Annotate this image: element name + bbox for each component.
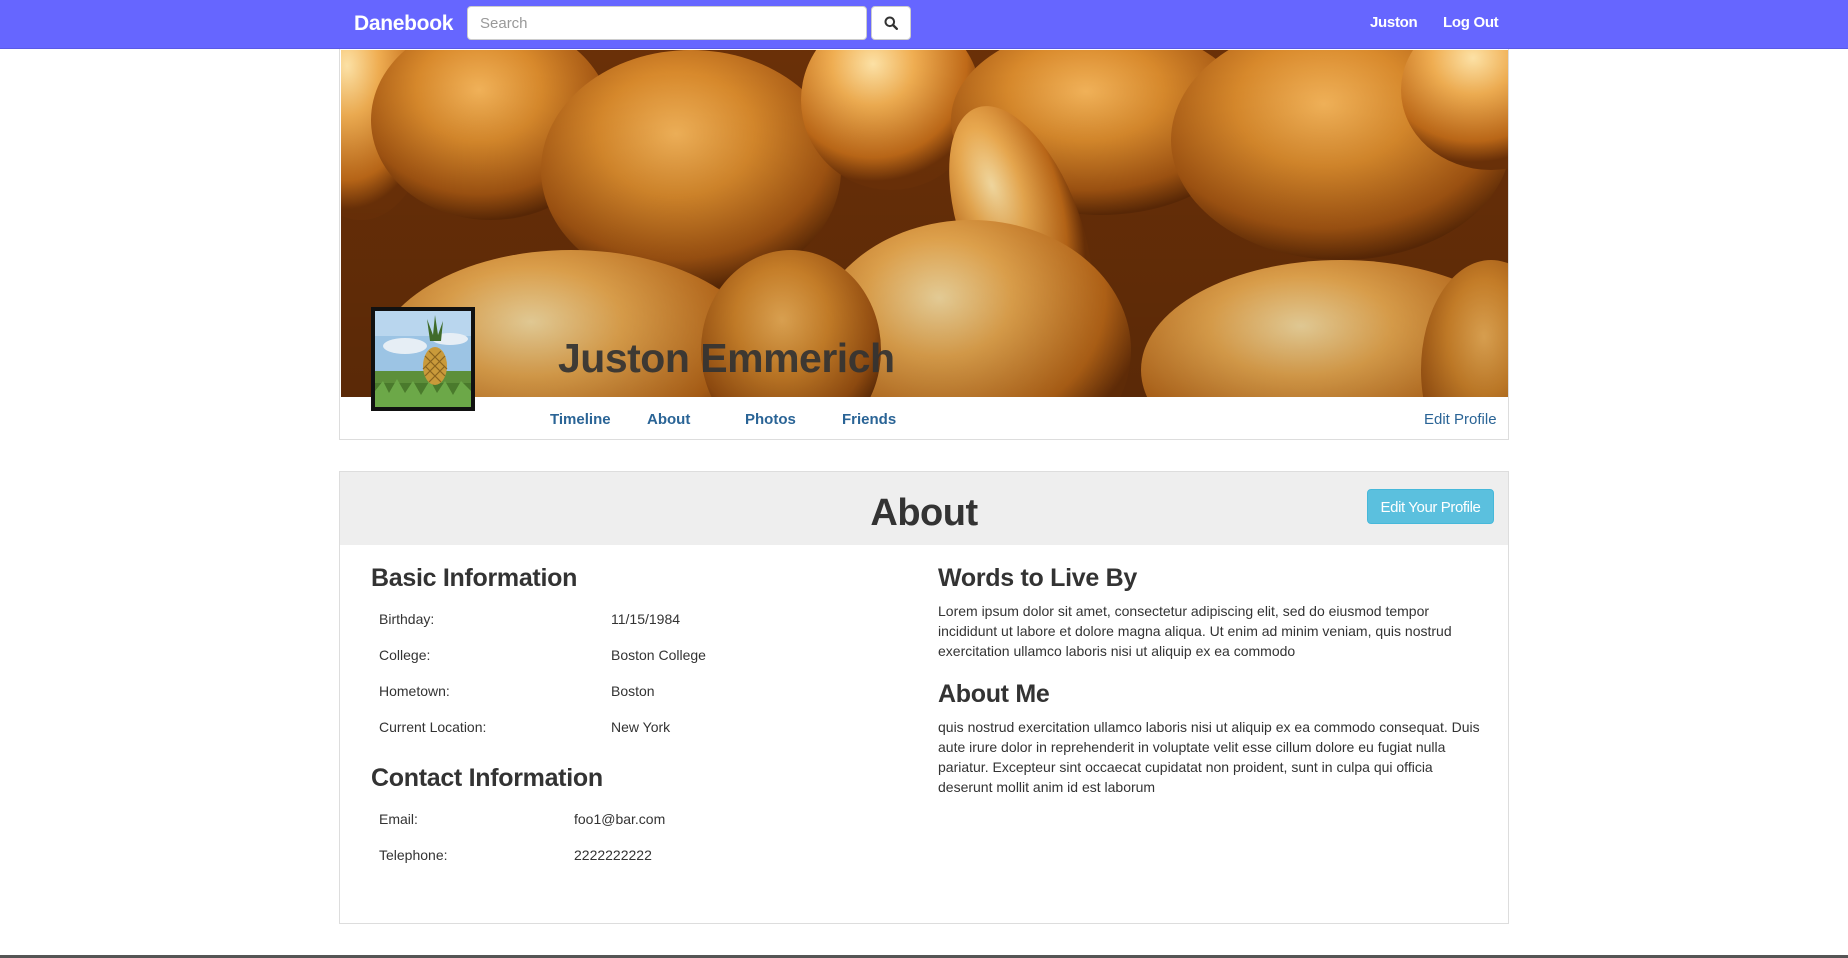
search-input[interactable] [467, 6, 867, 40]
edit-your-profile-button[interactable]: Edit Your Profile [1367, 489, 1494, 524]
edit-profile-link[interactable]: Edit Profile [1424, 411, 1497, 428]
contact-information-heading: Contact Information [371, 764, 603, 792]
tab-photos[interactable]: Photos [745, 411, 796, 428]
top-navbar: Danebook Juston Log Out [0, 0, 1848, 49]
about-panel-header: About Edit Your Profile [340, 472, 1508, 545]
telephone-label: Telephone: [379, 847, 448, 863]
tab-timeline[interactable]: Timeline [550, 411, 611, 428]
cover-photo [341, 50, 1508, 397]
hometown-label: Hometown: [379, 683, 450, 699]
words-to-live-by-text: Lorem ipsum dolor sit amet, consectetur … [938, 603, 1452, 659]
about-panel: About Edit Your Profile Basic Informatio… [339, 471, 1509, 924]
user-profile-link[interactable]: Juston [1370, 14, 1418, 31]
search-button[interactable] [871, 6, 911, 40]
about-me-text: quis nostrud exercitation ullamco labori… [938, 719, 1480, 795]
college-label: College: [379, 647, 431, 663]
bread-rolls-cover-image [341, 50, 1508, 397]
brand-logo[interactable]: Danebook [354, 12, 453, 36]
words-to-live-by-heading: Words to Live By [938, 564, 1137, 592]
hometown-value: Boston [611, 683, 655, 699]
pineapple-avatar-image [375, 311, 471, 407]
profile-avatar[interactable] [371, 307, 475, 411]
about-me-heading: About Me [938, 680, 1050, 708]
email-label: Email: [379, 811, 418, 827]
birthday-value: 11/15/1984 [611, 611, 681, 627]
current-location-label: Current Location: [379, 719, 487, 735]
telephone-value: 2222222222 [574, 847, 652, 863]
current-location-value: New York [611, 719, 671, 735]
tab-friends[interactable]: Friends [842, 411, 896, 428]
email-value: foo1@bar.com [574, 811, 666, 827]
college-value: Boston College [611, 647, 706, 663]
search-icon [884, 16, 898, 30]
profile-name: Juston Emmerich [558, 335, 895, 381]
basic-information-heading: Basic Information [371, 564, 578, 592]
logout-link[interactable]: Log Out [1443, 14, 1499, 31]
profile-header-card [339, 49, 1509, 440]
birthday-label: Birthday: [379, 611, 435, 627]
tab-about[interactable]: About [647, 411, 690, 428]
about-title: About [870, 492, 978, 534]
